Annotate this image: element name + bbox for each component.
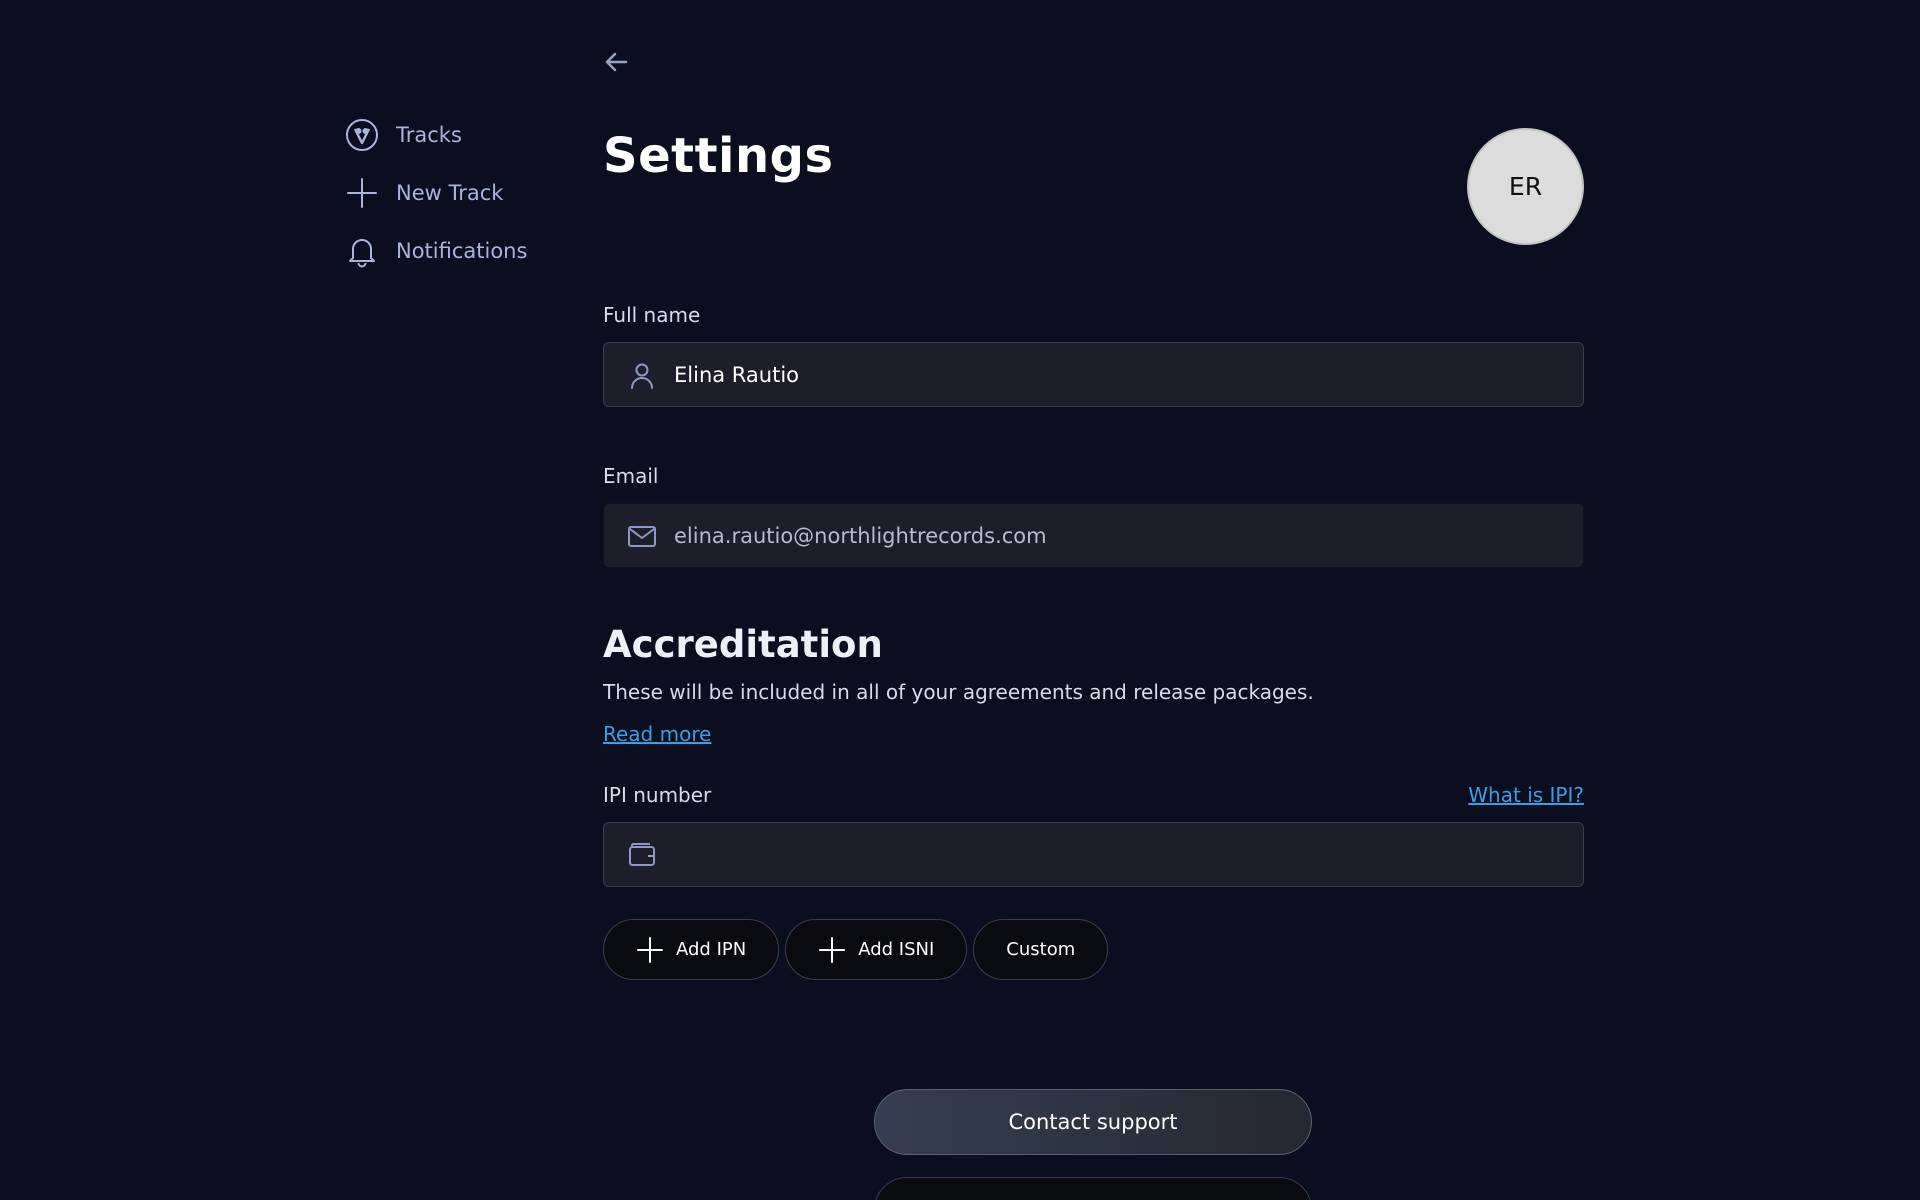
custom-button[interactable]: Custom [973, 919, 1109, 980]
accreditation-description: These will be included in all of your ag… [603, 680, 1314, 704]
full-name-input[interactable] [674, 362, 1554, 387]
brand-logo-icon [345, 118, 379, 152]
sidebar-item-label: Notifications [396, 239, 528, 263]
bell-icon [345, 234, 379, 268]
sidebar-item-notifications[interactable]: Notifications [345, 226, 565, 276]
mail-icon [626, 520, 658, 552]
ipi-number-input[interactable] [674, 842, 1554, 867]
settings-page: Tracks New Track Notifications Settings … [0, 0, 1920, 1200]
plus-icon [345, 176, 379, 210]
avatar[interactable]: ER [1467, 128, 1584, 245]
back-button[interactable] [600, 45, 634, 79]
sidebar-item-label: Tracks [396, 123, 462, 147]
contact-support-label: Contact support [1008, 1110, 1178, 1134]
contact-support-button[interactable]: Contact support [874, 1089, 1312, 1155]
add-ipn-button[interactable]: Add IPN [603, 919, 780, 980]
user-icon [626, 359, 658, 391]
wallet-icon [626, 839, 658, 871]
read-more-link[interactable]: Read more [603, 722, 711, 746]
sidebar-nav: Tracks New Track Notifications [345, 110, 565, 284]
arrow-left-icon [605, 52, 628, 72]
plus-icon [818, 936, 846, 964]
sidebar-item-new-track[interactable]: New Track [345, 168, 565, 218]
email-label: Email [603, 464, 659, 488]
accreditation-title: Accreditation [603, 623, 883, 666]
email-input[interactable] [674, 523, 1554, 548]
ipi-number-field[interactable] [603, 822, 1584, 887]
sidebar-item-label: New Track [396, 181, 504, 205]
secondary-action-button[interactable] [874, 1177, 1312, 1200]
plus-icon [636, 936, 664, 964]
full-name-label: Full name [603, 303, 701, 327]
full-name-field[interactable] [603, 342, 1584, 407]
add-isni-label: Add ISNI [858, 939, 935, 960]
accreditation-actions: Add IPN Add ISNI Custom [603, 919, 1109, 980]
add-ipn-label: Add IPN [676, 939, 747, 960]
what-is-ipi-link[interactable]: What is IPI? [1468, 783, 1584, 807]
add-isni-button[interactable]: Add ISNI [785, 919, 968, 980]
sidebar-item-tracks[interactable]: Tracks [345, 110, 565, 160]
page-title: Settings [603, 128, 834, 184]
email-field[interactable] [603, 503, 1584, 568]
ipi-number-label: IPI number [603, 783, 712, 807]
avatar-initials: ER [1508, 172, 1543, 201]
custom-label: Custom [1006, 939, 1076, 960]
